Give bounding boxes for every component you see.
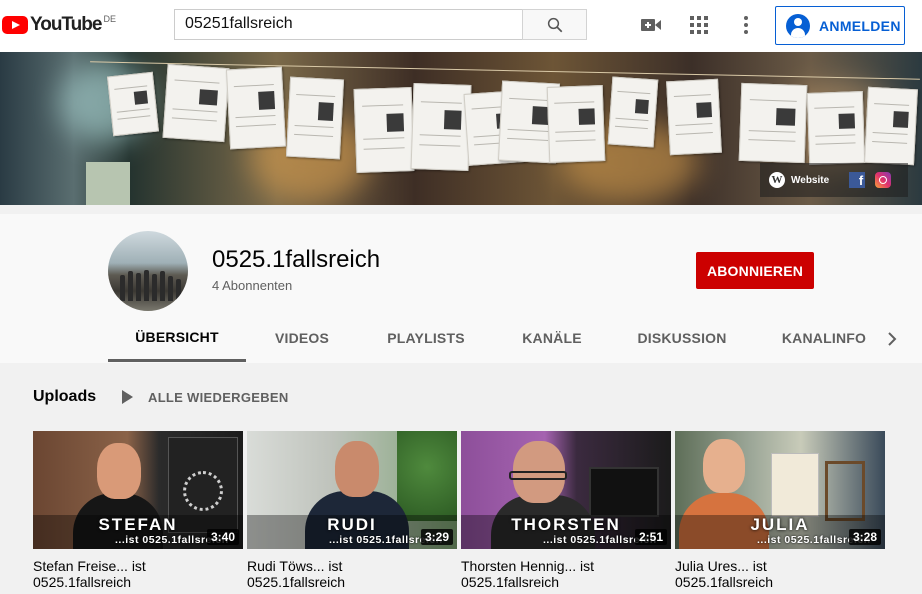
search-input[interactable]: 05251fallsreich [174,9,523,40]
banner-paper [225,66,287,150]
banner-paper [738,82,808,164]
banner-paper [546,85,606,163]
apps-grid-icon[interactable] [688,14,710,36]
wordpress-icon[interactable]: W [769,172,785,188]
video-duration: 3:28 [848,529,881,545]
banner-paper [607,76,659,148]
video-title[interactable]: Rudi Töws... ist 0525.1fallsreich [247,558,447,590]
video-thumbnail[interactable]: JULIA ...ist 0525.1fallsreich 3:28 [675,431,885,549]
video-card[interactable]: JULIA ...ist 0525.1fallsreich 3:28 Julia… [675,431,885,590]
video-title[interactable]: Julia Ures... ist 0525.1fallsreich [675,558,875,590]
banner-links: W Website f [760,163,908,197]
banner-paper [162,63,230,143]
subscriber-count: 4 Abonnenten [212,278,293,293]
banner-paper [666,78,722,156]
channel-name: 0525.1fallsreich [212,246,381,273]
play-icon [122,390,133,404]
tab-playlists[interactable]: PLAYLISTS [378,314,474,362]
chevron-right-icon[interactable] [880,327,904,351]
create-video-icon[interactable] [640,14,662,36]
banner-paper [285,76,345,160]
website-link[interactable]: Website [791,175,829,186]
banner-paper [353,87,415,173]
instagram-icon[interactable] [875,172,892,188]
tab-kanalinfo[interactable]: KANALINFO [778,314,870,362]
account-icon [786,13,810,38]
logo-country: DE [103,14,116,24]
video-thumbnail[interactable]: STEFAN ...ist 0525.1fallsreich 3:40 [33,431,243,549]
banner-paper [410,83,472,171]
video-duration: 3:40 [206,529,239,545]
tab-videos[interactable]: VIDEOS [258,314,346,362]
video-card[interactable]: RUDI ...ist 0525.1fallsreich 3:29 Rudi T… [247,431,457,590]
video-card[interactable]: STEFAN ...ist 0525.1fallsreich 3:40 Stef… [33,431,243,590]
play-all-button[interactable]: ALLE WIEDERGEBEN [122,388,289,406]
search-icon [547,17,562,32]
search-button[interactable] [522,9,587,40]
banner-paper [864,86,918,166]
banner-paper [106,71,160,137]
logo-text: YouTube [30,14,102,35]
tab-uebersicht[interactable]: ÜBERSICHT [108,314,246,362]
banner-book [86,162,130,205]
tab-kanaele[interactable]: KANÄLE [512,314,592,362]
youtube-logo[interactable]: YouTube DE [2,13,116,37]
play-all-label: ALLE WIEDERGEBEN [148,389,289,405]
video-title[interactable]: Stefan Freise... ist 0525.1fallsreich [33,558,233,590]
video-duration: 2:51 [634,529,667,545]
video-title[interactable]: Thorsten Hennig... ist 0525.1fallsreich [461,558,661,590]
uploads-heading: Uploads [33,388,97,405]
channel-avatar[interactable] [108,231,188,311]
tab-diskussion[interactable]: DISKUSSION [632,314,732,362]
video-thumbnail[interactable]: RUDI ...ist 0525.1fallsreich 3:29 [247,431,457,549]
video-duration: 3:29 [420,529,453,545]
facebook-icon[interactable]: f [849,172,866,188]
signin-label: ANMELDEN [819,17,901,34]
subscribe-button[interactable]: ABONNIEREN [696,252,814,289]
masthead: YouTube DE 05251fallsreich ANMELDEN [0,0,922,52]
more-vert-icon[interactable] [735,14,757,36]
video-card[interactable]: THORSTEN ...ist 0525.1fallsreich 2:51 Th… [461,431,671,590]
video-thumbnail[interactable]: THORSTEN ...ist 0525.1fallsreich 2:51 [461,431,671,549]
banner-paper [806,91,866,165]
youtube-play-icon [2,16,28,34]
signin-button[interactable]: ANMELDEN [775,6,905,45]
